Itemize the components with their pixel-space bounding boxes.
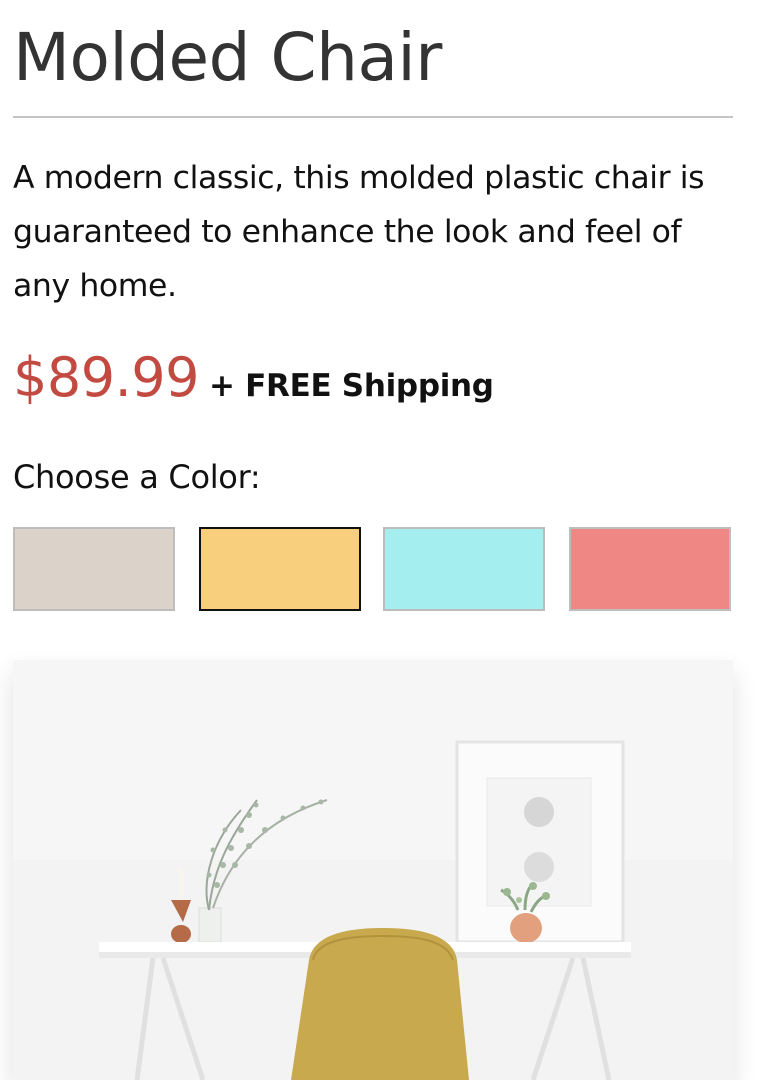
color-swatch-coral[interactable] [569, 527, 731, 611]
color-swatch-yellow[interactable] [199, 527, 361, 611]
color-swatch-beige[interactable] [13, 527, 175, 611]
product-page: Molded Chair A modern classic, this mold… [13, 0, 733, 1080]
color-picker-label: Choose a Color: [13, 458, 261, 496]
color-swatch-group [13, 527, 733, 613]
product-title: Molded Chair [13, 19, 442, 96]
product-photo [13, 660, 733, 1080]
color-swatch-aqua[interactable] [383, 527, 545, 611]
product-description: A modern classic, this molded plastic ch… [13, 160, 705, 304]
price-row: $89.99 + FREE Shipping [13, 346, 494, 416]
picture-frame [455, 740, 625, 944]
molded-chair [291, 928, 469, 1080]
product-price: $89.99 [13, 346, 199, 409]
shipping-note: + FREE Shipping [208, 368, 494, 404]
title-divider [13, 116, 733, 118]
